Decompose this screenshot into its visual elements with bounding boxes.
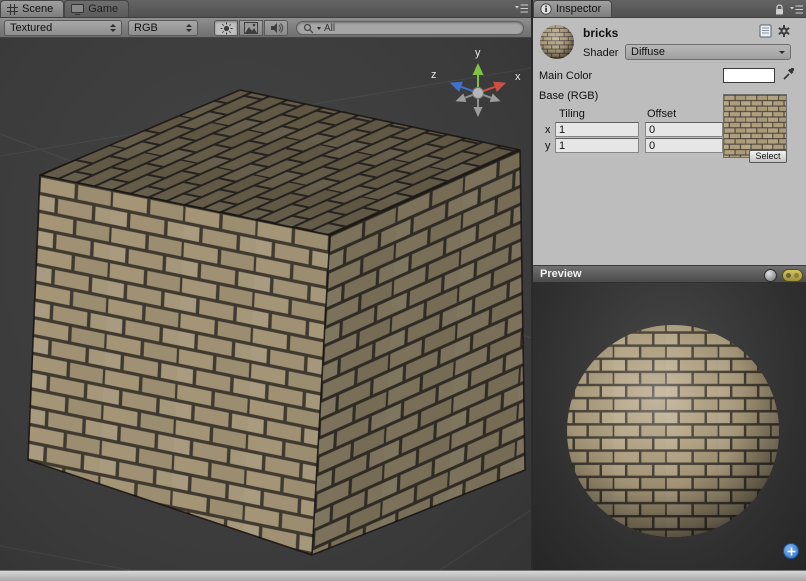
draw-mode-label: Textured bbox=[10, 22, 52, 34]
scene-search-input[interactable]: All bbox=[296, 21, 524, 35]
gear-icon[interactable] bbox=[777, 24, 792, 38]
scene-lighting-toggle[interactable] bbox=[214, 20, 238, 36]
preview-title: Preview bbox=[540, 268, 582, 280]
sun-icon bbox=[220, 22, 233, 35]
offset-y-input[interactable] bbox=[645, 138, 723, 153]
scene-toolbar: Textured RGB All bbox=[0, 18, 531, 38]
preview-header[interactable]: Preview bbox=[533, 265, 806, 283]
preview-lighting-toggle[interactable] bbox=[782, 269, 803, 282]
tab-scene[interactable]: Scene bbox=[0, 0, 64, 17]
plus-icon bbox=[787, 547, 796, 556]
inspector-tabstrip: Inspector bbox=[533, 0, 806, 18]
draw-mode-dropdown[interactable]: Textured bbox=[4, 20, 122, 36]
offset-header: Offset bbox=[647, 108, 676, 120]
tiling-x-input[interactable] bbox=[555, 122, 639, 137]
render-channels-dropdown[interactable]: RGB bbox=[128, 20, 198, 36]
shader-value: Diffuse bbox=[631, 46, 665, 58]
search-icon bbox=[303, 23, 314, 34]
material-name: bricks bbox=[583, 26, 618, 40]
tiling-y-input[interactable] bbox=[555, 138, 639, 153]
scene-viewport[interactable]: y x z bbox=[0, 38, 531, 570]
inspector-panel: Inspector bricks Shader Diffuse Main Col… bbox=[533, 0, 806, 570]
tiling-header: Tiling bbox=[559, 108, 585, 120]
updown-arrows-icon bbox=[186, 24, 192, 32]
tab-inspector-label: Inspector bbox=[556, 3, 601, 15]
gizmo-z-label: z bbox=[431, 69, 437, 81]
search-filter-caret-icon[interactable] bbox=[317, 27, 321, 30]
render-channels-label: RGB bbox=[134, 22, 158, 34]
add-button[interactable] bbox=[783, 543, 799, 559]
tiling-row-y-label: y bbox=[545, 140, 551, 152]
lock-icon[interactable] bbox=[774, 3, 785, 16]
gizmo-x-label: x bbox=[515, 71, 521, 83]
base-texture-label: Base (RGB) bbox=[539, 90, 598, 102]
updown-arrows-icon bbox=[110, 24, 116, 32]
image-icon bbox=[244, 22, 258, 34]
pane-menu-icon[interactable] bbox=[515, 3, 528, 14]
inspector-info-icon bbox=[540, 3, 552, 15]
texture-select-button[interactable]: Select bbox=[749, 150, 787, 163]
main-color-label: Main Color bbox=[539, 70, 592, 82]
material-sphere-thumbnail bbox=[539, 24, 575, 60]
gizmo-center-cube[interactable] bbox=[473, 88, 484, 99]
scene-grid-icon bbox=[7, 4, 18, 15]
scene-orientation-gizmo[interactable]: y x z bbox=[426, 43, 526, 138]
shader-dropdown[interactable]: Diffuse bbox=[625, 44, 791, 60]
scene-panel: Scene Game Textured RGB bbox=[0, 0, 531, 570]
unity-editor-window: Scene Game Textured RGB bbox=[0, 0, 806, 581]
tab-scene-label: Scene bbox=[22, 3, 53, 15]
gizmo-y-label: y bbox=[475, 47, 481, 59]
scene-effects-toggle[interactable] bbox=[239, 20, 263, 36]
preview-model-toggle[interactable] bbox=[764, 269, 777, 282]
main-color-swatch[interactable] bbox=[723, 68, 775, 83]
pane-menu-icon[interactable] bbox=[790, 4, 803, 15]
tab-game-label: Game bbox=[88, 3, 118, 15]
texture-thumbnail[interactable] bbox=[723, 94, 787, 158]
preview-sphere bbox=[561, 319, 785, 543]
help-doc-icon[interactable] bbox=[759, 24, 772, 38]
scene-audio-toggle[interactable] bbox=[264, 20, 288, 36]
status-bar bbox=[0, 570, 806, 581]
search-filter-label: All bbox=[324, 23, 335, 34]
dropdown-caret-icon bbox=[779, 51, 785, 54]
shader-label: Shader bbox=[583, 47, 618, 59]
speaker-icon bbox=[270, 22, 283, 34]
eyedropper-icon[interactable] bbox=[781, 66, 795, 82]
offset-x-input[interactable] bbox=[645, 122, 723, 137]
tiling-row-x-label: x bbox=[545, 124, 551, 136]
material-inspector: bricks Shader Diffuse Main Color Base (R… bbox=[533, 18, 806, 265]
game-monitor-icon bbox=[71, 4, 84, 15]
material-preview[interactable] bbox=[533, 283, 806, 570]
tab-inspector[interactable]: Inspector bbox=[533, 0, 612, 17]
tab-game[interactable]: Game bbox=[64, 0, 129, 17]
scene-tabstrip: Scene Game bbox=[0, 0, 531, 18]
